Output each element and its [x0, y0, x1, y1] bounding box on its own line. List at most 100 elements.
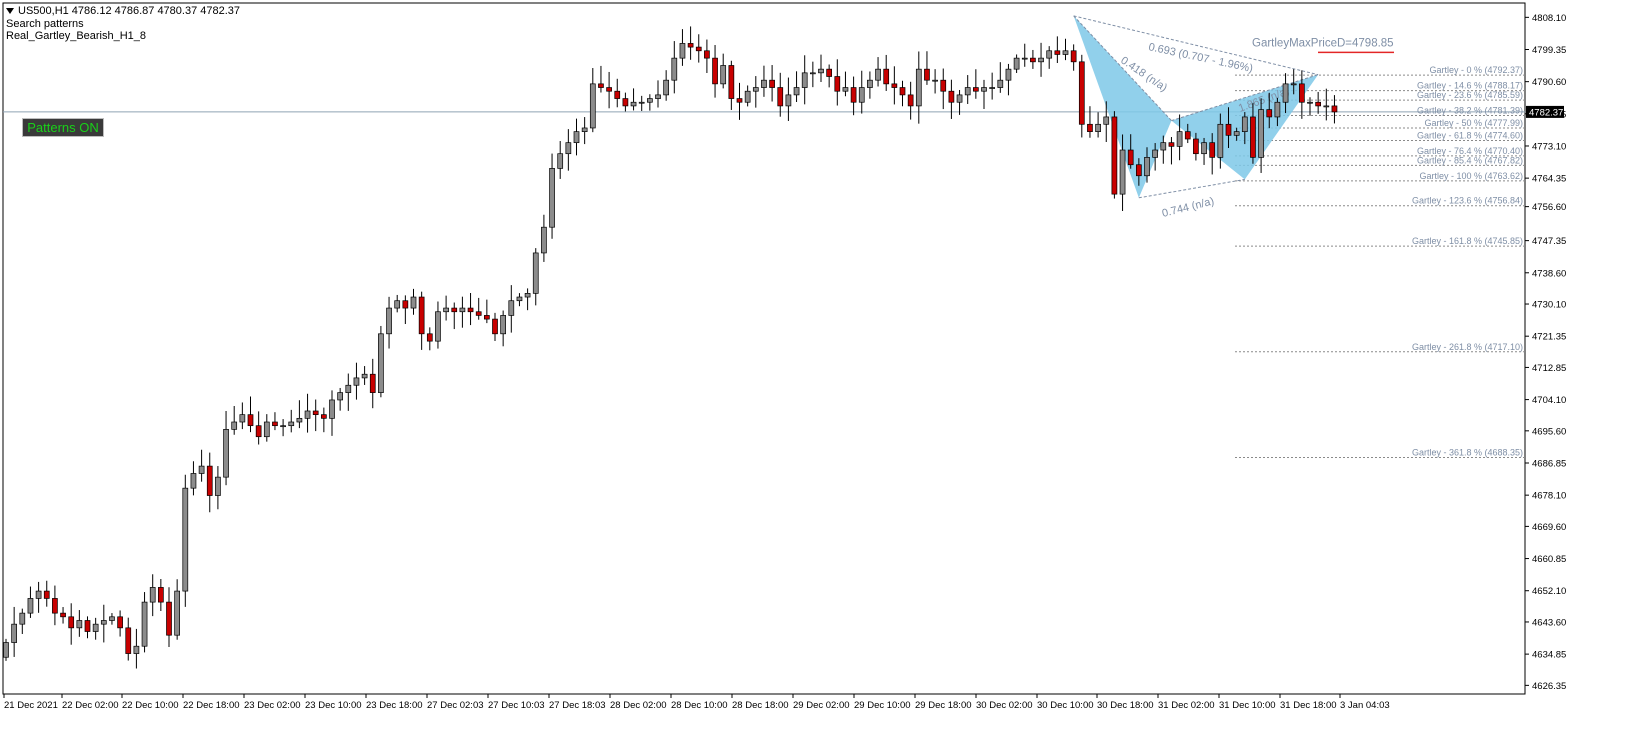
price-chart[interactable]: 4808.104799.354790.604781.854773.104764.… [0, 0, 1650, 752]
bear-candle [1298, 83, 1305, 103]
bear-candle [826, 68, 833, 77]
bear-candle [1331, 105, 1338, 113]
y-tick-label: 4704.10 [1532, 395, 1566, 406]
y-tick-label: 4756.60 [1532, 202, 1566, 213]
bull-candle [3, 642, 9, 658]
bull-candle [1307, 101, 1313, 104]
bull-candle [720, 65, 727, 85]
bear-candle [475, 311, 482, 316]
bull-candle [1282, 83, 1289, 103]
bull-candle [410, 296, 417, 309]
bull-candle [981, 87, 987, 92]
y-tick-label: 4721.35 [1532, 332, 1566, 343]
bull-candle [459, 307, 466, 313]
bull-candle [141, 601, 148, 647]
bull-candle [435, 311, 441, 342]
bull-candle [875, 68, 881, 81]
bull-candle [915, 68, 922, 107]
x-tick-label: 22 Dec 10:00 [122, 700, 179, 711]
bull-candle [761, 79, 767, 88]
bull-candle [394, 300, 401, 309]
bull-candle [508, 300, 515, 316]
x-tick-label: 30 Dec 02:00 [976, 700, 1033, 711]
bear-candle [1225, 123, 1232, 136]
bull-candle [182, 487, 189, 592]
pattern-name-label: Real_Gartley_Bearish_H1_8 [6, 30, 147, 42]
symbol-info: US500,H1 4786.12 4786.87 4780.37 4782.37 [6, 4, 240, 18]
bull-candle [378, 333, 384, 393]
bull-candle [35, 590, 42, 599]
bear-candle [1168, 142, 1175, 147]
bear-candle [948, 90, 955, 103]
x-tick-label: 22 Dec 02:00 [62, 700, 119, 711]
bear-candle [451, 307, 458, 313]
bull-candle [581, 127, 588, 132]
bear-candle [68, 616, 75, 629]
fib-level-label: Gartley - 261.8 % (4717.10) [1412, 342, 1523, 352]
bear-candle [695, 46, 702, 52]
bull-candle [337, 392, 343, 401]
pattern-ratio-ac: 0.744 (n/a) [1161, 195, 1216, 220]
bull-candle [27, 598, 34, 614]
bear-candle [736, 98, 743, 103]
x-tick-label: 31 Dec 10:00 [1219, 700, 1276, 711]
bull-candle [500, 315, 506, 335]
bear-candle [907, 94, 914, 107]
patterns-on-button[interactable]: Patterns ON [22, 118, 104, 137]
plot-frame [2, 2, 1526, 695]
bear-candle [125, 627, 132, 654]
x-tick-label: 31 Dec 02:00 [1158, 700, 1215, 711]
x-tick-label: 23 Dec 02:00 [244, 700, 301, 711]
bear-candle [728, 65, 735, 99]
y-tick-label: 4790.60 [1532, 77, 1566, 88]
x-tick-label: 29 Dec 02:00 [793, 700, 850, 711]
bull-candle [565, 142, 572, 155]
bull-candle [133, 645, 140, 654]
bear-candle [687, 43, 694, 48]
x-tick-label: 22 Dec 18:00 [183, 700, 240, 711]
x-tick-label: 28 Dec 18:00 [732, 700, 789, 711]
bull-candle [304, 410, 311, 419]
y-tick-label: 4747.35 [1532, 236, 1566, 247]
bear-candle [606, 87, 612, 92]
x-tick-label: 23 Dec 10:00 [305, 700, 362, 711]
bull-candle [280, 425, 286, 428]
y-tick-label: 4712.85 [1532, 363, 1566, 374]
bull-candle [1119, 149, 1126, 195]
bull-candle [549, 168, 555, 228]
bull-candle [524, 293, 531, 298]
bear-candle [312, 410, 319, 416]
y-tick-label: 4799.35 [1532, 45, 1566, 56]
bear-candle [972, 87, 979, 92]
bear-candle [622, 98, 629, 107]
bear-candle [834, 76, 841, 92]
bull-candle [361, 373, 368, 379]
symbol-quote-text: US500,H1 4786.12 4786.87 4780.37 4782.37 [18, 5, 241, 17]
bear-candle [712, 57, 718, 85]
bull-candle [149, 587, 156, 603]
bull-candle [663, 79, 670, 96]
bull-candle [296, 417, 303, 423]
fib-level-label: Gartley - 361.8 % (4688.35) [1412, 447, 1523, 457]
bear-candle [598, 83, 604, 88]
x-tick-label: 29 Dec 18:00 [915, 700, 972, 711]
bull-candle [1160, 142, 1167, 151]
bull-candle [997, 79, 1004, 88]
y-tick-label: 4660.85 [1532, 554, 1566, 565]
x-tick-label: 29 Dec 10:00 [854, 700, 911, 711]
y-tick-label: 4773.10 [1532, 141, 1566, 152]
bull-candle [11, 623, 17, 643]
x-tick-label: 21 Dec 2021 [4, 700, 58, 711]
bull-candle [744, 90, 751, 103]
pattern-ac-line [1138, 178, 1245, 199]
bear-candle [1209, 142, 1216, 158]
x-tick-label: 23 Dec 18:00 [366, 700, 423, 711]
bull-candle [516, 296, 523, 302]
dropdown-triangle-icon[interactable] [6, 8, 14, 15]
bull-candle [263, 421, 270, 438]
bull-candle [818, 68, 824, 74]
bear-candle [117, 616, 123, 629]
bull-candle [858, 87, 865, 103]
bear-candle [484, 315, 490, 320]
fib-level-label: Gartley - 123.6 % (4756.84) [1412, 196, 1523, 206]
